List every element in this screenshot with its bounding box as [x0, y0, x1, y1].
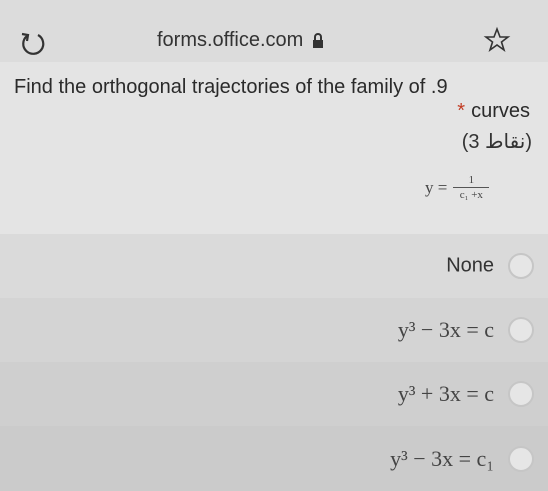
option-b[interactable]: y³ + 3x = c [0, 362, 548, 426]
url-display[interactable]: forms.office.com [157, 29, 325, 52]
option-a[interactable]: y³ − 3x = c [0, 298, 548, 362]
browser-address-bar: forms.office.com [0, 0, 548, 62]
url-text: forms.office.com [157, 29, 304, 51]
option-label: y³ + 3x = c [397, 381, 494, 406]
equation-denominator: c₁ +x [459, 189, 483, 201]
equation-numerator: 1 [468, 174, 475, 186]
points-label: (3 نقاط) [461, 131, 532, 153]
question-text-continued: * curves [457, 100, 530, 123]
bookmark-star-icon[interactable] [483, 26, 511, 54]
equation-fraction: 1 c₁ +x [453, 174, 490, 201]
fraction-bar [453, 187, 490, 188]
option-label: None [446, 254, 494, 277]
equation-lhs: y = [425, 177, 448, 197]
option-c[interactable]: y³ − 3x = c₁ [0, 426, 548, 491]
question-text: Find the orthogonal trajectories of the … [14, 76, 448, 98]
radio-button[interactable] [508, 317, 534, 343]
radio-button[interactable] [508, 445, 534, 472]
question-text-curves: curves [471, 100, 530, 122]
option-none[interactable]: None [0, 234, 548, 298]
question-equation: y = 1 c₁ +x [425, 174, 490, 201]
option-label: y³ − 3x = c₁ [390, 445, 494, 471]
radio-button[interactable] [508, 381, 534, 407]
question-card: Find the orthogonal trajectories of the … [0, 62, 548, 234]
option-label: y³ − 3x = c [397, 317, 494, 342]
lock-icon [313, 32, 324, 48]
radio-button[interactable] [508, 253, 534, 279]
required-mark: * [457, 100, 466, 122]
reload-icon[interactable] [18, 28, 48, 58]
